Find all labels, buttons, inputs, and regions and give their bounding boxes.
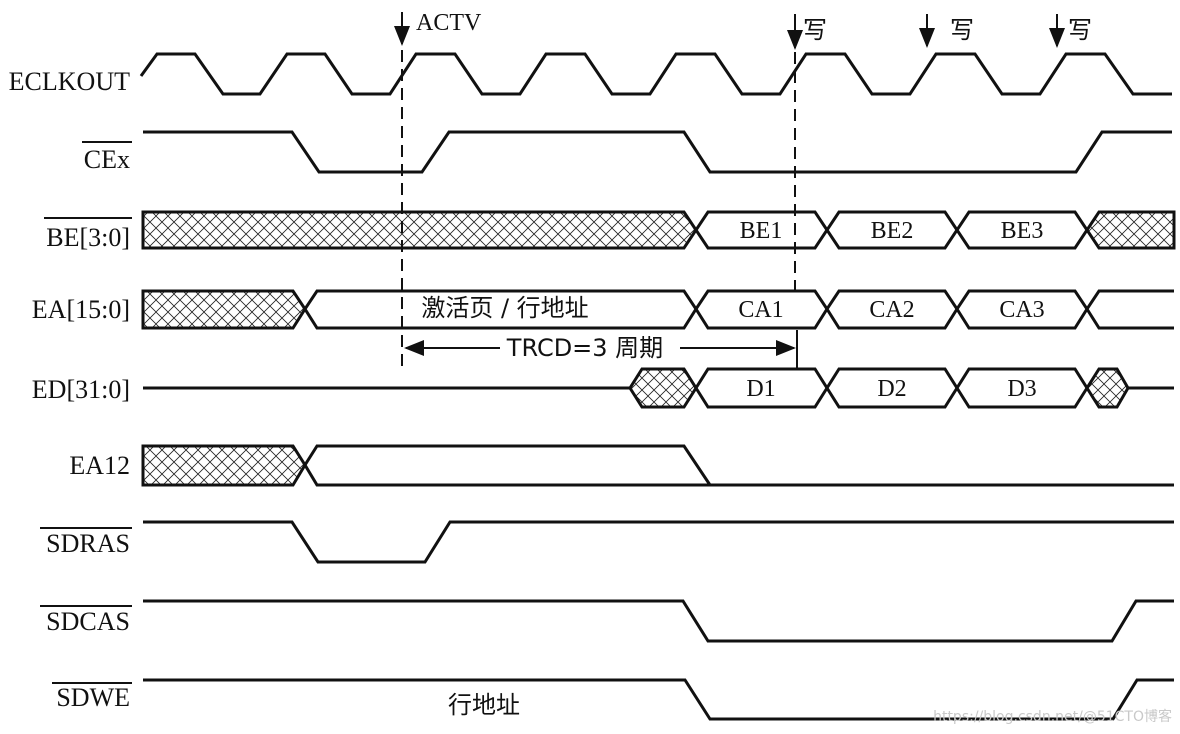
wave-eclkout (139, 52, 1172, 96)
ea-label-3: CA3 (999, 297, 1044, 323)
ea-row-label: 激活页 / 行地址 (421, 294, 588, 322)
label-ed: ED[31:0] (32, 375, 130, 404)
ea-tail (1085, 289, 1174, 330)
be-label-2: BE2 (871, 218, 914, 244)
ea-label-1: CA1 (738, 297, 783, 323)
label-sdcas: SDCAS (46, 607, 130, 636)
be-invalid-2 (1085, 210, 1176, 250)
ed-label-2: D2 (877, 376, 906, 402)
ea-label-2: CA2 (869, 297, 914, 323)
sdwe-note: 行地址 (448, 691, 520, 719)
actv-label: ACTV (416, 10, 482, 36)
trcd-span: TRCD=3 周期 (404, 330, 798, 368)
write-label-1: 写 (803, 16, 827, 44)
ea12-invalid (141, 444, 307, 487)
wave-sdcas (143, 599, 1174, 643)
be-label-1: BE1 (740, 218, 783, 244)
write-label-3: 写 (1068, 16, 1092, 44)
label-sdwe: SDWE (56, 683, 130, 712)
label-cex: CEx (84, 145, 130, 174)
wave-sdras (143, 520, 1174, 564)
label-ea: EA[15:0] (32, 295, 130, 324)
ed-label-3: D3 (1007, 376, 1036, 402)
label-eclkout: ECLKOUT (9, 67, 130, 96)
label-sdras: SDRAS (46, 529, 130, 558)
label-ea12: EA12 (69, 451, 130, 480)
signal-labels: ECLKOUT CEx BE[3:0] EA[15:0] ED[31:0] EA… (9, 67, 132, 712)
be-label-3: BE3 (1001, 218, 1044, 244)
ed-label-1: D1 (746, 376, 775, 402)
trcd-label: TRCD=3 周期 (506, 334, 663, 362)
label-be: BE[3:0] (46, 223, 130, 252)
watermark: https://blog.csdn.net/@51CTO博客 (933, 708, 1172, 725)
bus-ed: D1 D2 D3 (143, 367, 1174, 409)
bus-ea12 (141, 444, 1174, 487)
timing-diagram: ECLKOUT CEx BE[3:0] EA[15:0] ED[31:0] EA… (9, 10, 1176, 725)
ed-invalid-2 (1085, 367, 1130, 409)
bus-ea: 激活页 / 行地址 CA1 CA2 CA3 (141, 289, 1174, 330)
ed-invalid-1 (628, 367, 698, 409)
be-invalid-1 (141, 210, 698, 250)
ea-invalid (141, 289, 307, 330)
wave-cex (143, 130, 1172, 174)
ea12-high (303, 444, 1174, 487)
write-label-2: 写 (950, 16, 974, 44)
bus-be: BE1 BE2 BE3 (141, 210, 1176, 250)
